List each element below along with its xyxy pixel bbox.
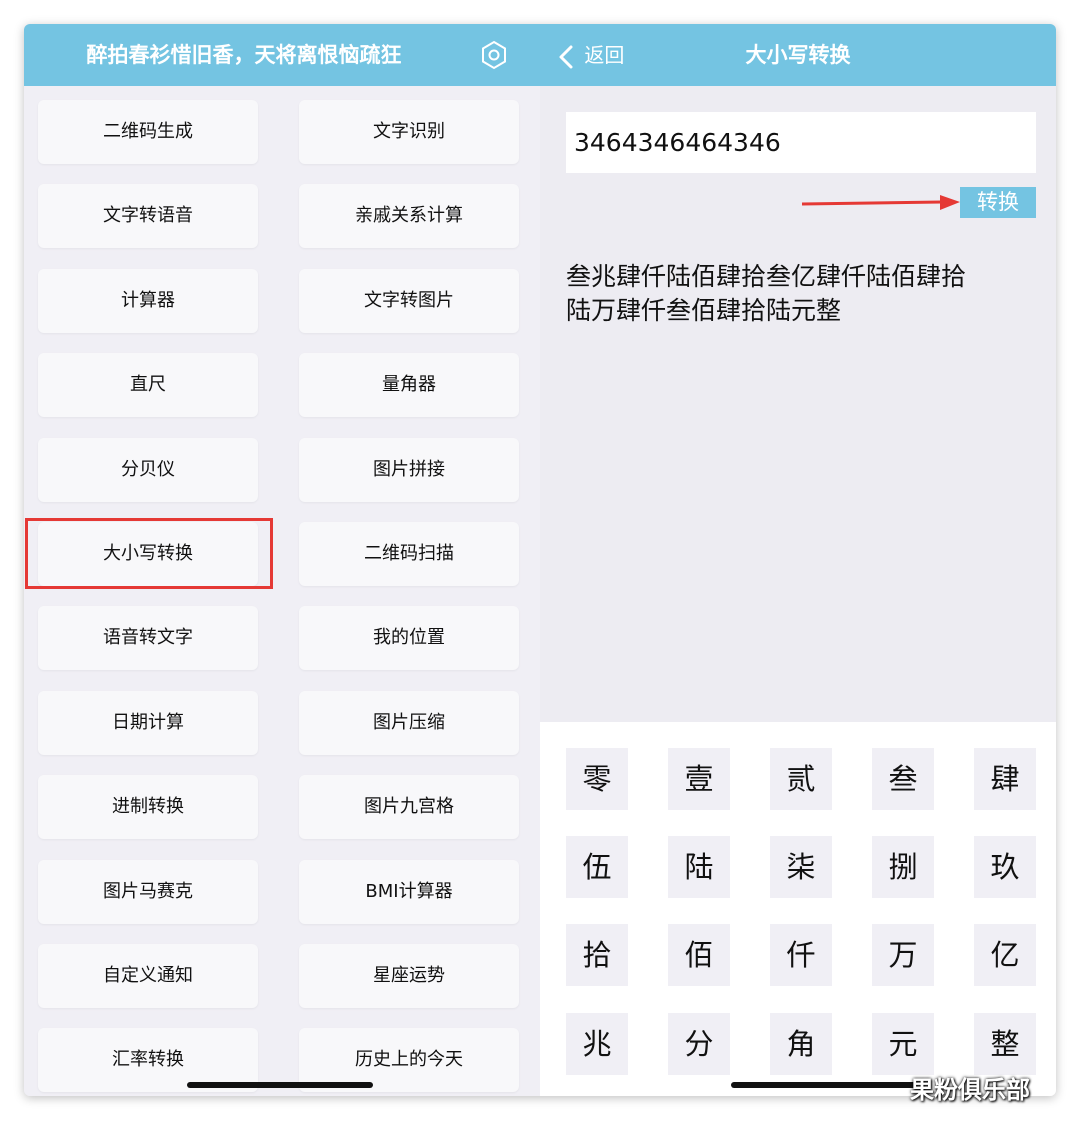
tool-list-screen: 醉拍春衫惜旧香，天将离恨恼疏狂 二维码生成 文字识别 文字转语音 亲戚关系计算 计算器文… — [24, 24, 540, 1096]
keypad-key[interactable]: 亿 — [974, 924, 1036, 986]
keypad-key[interactable]: 玖 — [974, 836, 1036, 898]
keypad-key[interactable]: 元 — [872, 1013, 934, 1075]
settings-icon[interactable] — [479, 40, 509, 70]
keypad-key[interactable]: 角 — [770, 1013, 832, 1075]
page-title: 大小写转换 — [745, 43, 851, 67]
app-header: 醉拍春衫惜旧香，天将离恨恼疏狂 — [24, 24, 540, 86]
tool-button[interactable]: 分贝仪 — [38, 437, 258, 502]
keypad-key[interactable]: 肆 — [974, 748, 1036, 810]
tool-button[interactable]: 图片九宫格 — [299, 775, 519, 840]
tool-button[interactable]: 图片拼接 — [299, 437, 519, 502]
tool-button[interactable]: 文字识别 — [299, 100, 519, 164]
keypad-key[interactable]: 整 — [974, 1013, 1036, 1075]
digit-keypad: 零壹贰叁肆伍陆柒捌玖拾佰仟万亿兆分角元整 — [540, 722, 1056, 1096]
keypad-key[interactable]: 分 — [668, 1013, 730, 1075]
tool-button[interactable]: 量角器 — [299, 353, 519, 418]
watermark: 果粉俱乐部 — [910, 1076, 1030, 1104]
convert-button[interactable]: 转换 — [960, 187, 1036, 218]
home-indicator — [187, 1082, 373, 1088]
keypad-key[interactable]: 仟 — [770, 924, 832, 986]
tool-button[interactable]: 计算器 — [38, 268, 258, 333]
tool-button[interactable]: 星座运势 — [299, 944, 519, 1008]
keypad-key[interactable]: 零 — [566, 748, 628, 810]
red-arrow-icon — [801, 195, 960, 210]
keypad-key[interactable]: 伍 — [566, 836, 628, 898]
keypad-key[interactable]: 兆 — [566, 1013, 628, 1075]
tool-button[interactable]: 日期计算 — [38, 690, 258, 755]
tool-button[interactable]: 文字转语音 — [38, 184, 258, 249]
keypad-key[interactable]: 捌 — [872, 836, 934, 898]
tool-button[interactable]: 我的位置 — [299, 606, 519, 671]
keypad-key[interactable]: 佰 — [668, 924, 730, 986]
keypad-key[interactable]: 陆 — [668, 836, 730, 898]
keypad-key[interactable]: 万 — [872, 924, 934, 986]
tool-button[interactable]: 图片压缩 — [299, 690, 519, 755]
tool-button[interactable]: BMI计算器 — [299, 859, 519, 924]
tool-button[interactable]: 直尺 — [38, 353, 258, 418]
highlight-box — [25, 518, 273, 589]
tool-button[interactable]: 亲戚关系计算 — [299, 184, 519, 249]
keypad-key[interactable]: 贰 — [770, 748, 832, 810]
tool-button[interactable]: 自定义通知 — [38, 944, 258, 1008]
tool-button[interactable]: 二维码生成 — [38, 100, 258, 164]
tool-button[interactable]: 二维码扫描 — [299, 522, 519, 586]
case-convert-screen: 返回 大小写转换 转换 叁兆肆仟陆佰肆拾叁亿肆仟陆佰肆拾 陆万肆仟叁佰肆拾陆元整… — [540, 24, 1056, 1096]
tool-button[interactable]: 语音转文字 — [38, 606, 258, 671]
tool-button[interactable]: 进制转换 — [38, 775, 258, 840]
number-input[interactable] — [566, 112, 1036, 173]
keypad-key[interactable]: 叁 — [872, 748, 934, 810]
header-title: 醉拍春衫惜旧香，天将离恨恼疏狂 — [86, 43, 402, 67]
keypad-key[interactable]: 壹 — [668, 748, 730, 810]
keypad-key[interactable]: 柒 — [770, 836, 832, 898]
result-line-2: 陆万肆仟叁佰肆拾陆元整 — [566, 296, 842, 325]
tool-button[interactable]: 图片马赛克 — [38, 859, 258, 924]
result-line-1: 叁兆肆仟陆佰肆拾叁亿肆仟陆佰肆拾 — [566, 262, 967, 291]
home-indicator-right — [731, 1082, 917, 1088]
phone-frame: 醉拍春衫惜旧香，天将离恨恼疏狂 二维码生成 文字识别 文字转语音 亲戚关系计算 计算器文… — [24, 24, 1056, 1096]
keypad-key[interactable]: 拾 — [566, 924, 628, 986]
nav-bar: 返回 大小写转换 — [540, 24, 1056, 86]
result-text: 叁兆肆仟陆佰肆拾叁亿肆仟陆佰肆拾 陆万肆仟叁佰肆拾陆元整 — [566, 260, 1036, 328]
tool-button[interactable]: 文字转图片 — [299, 268, 519, 333]
